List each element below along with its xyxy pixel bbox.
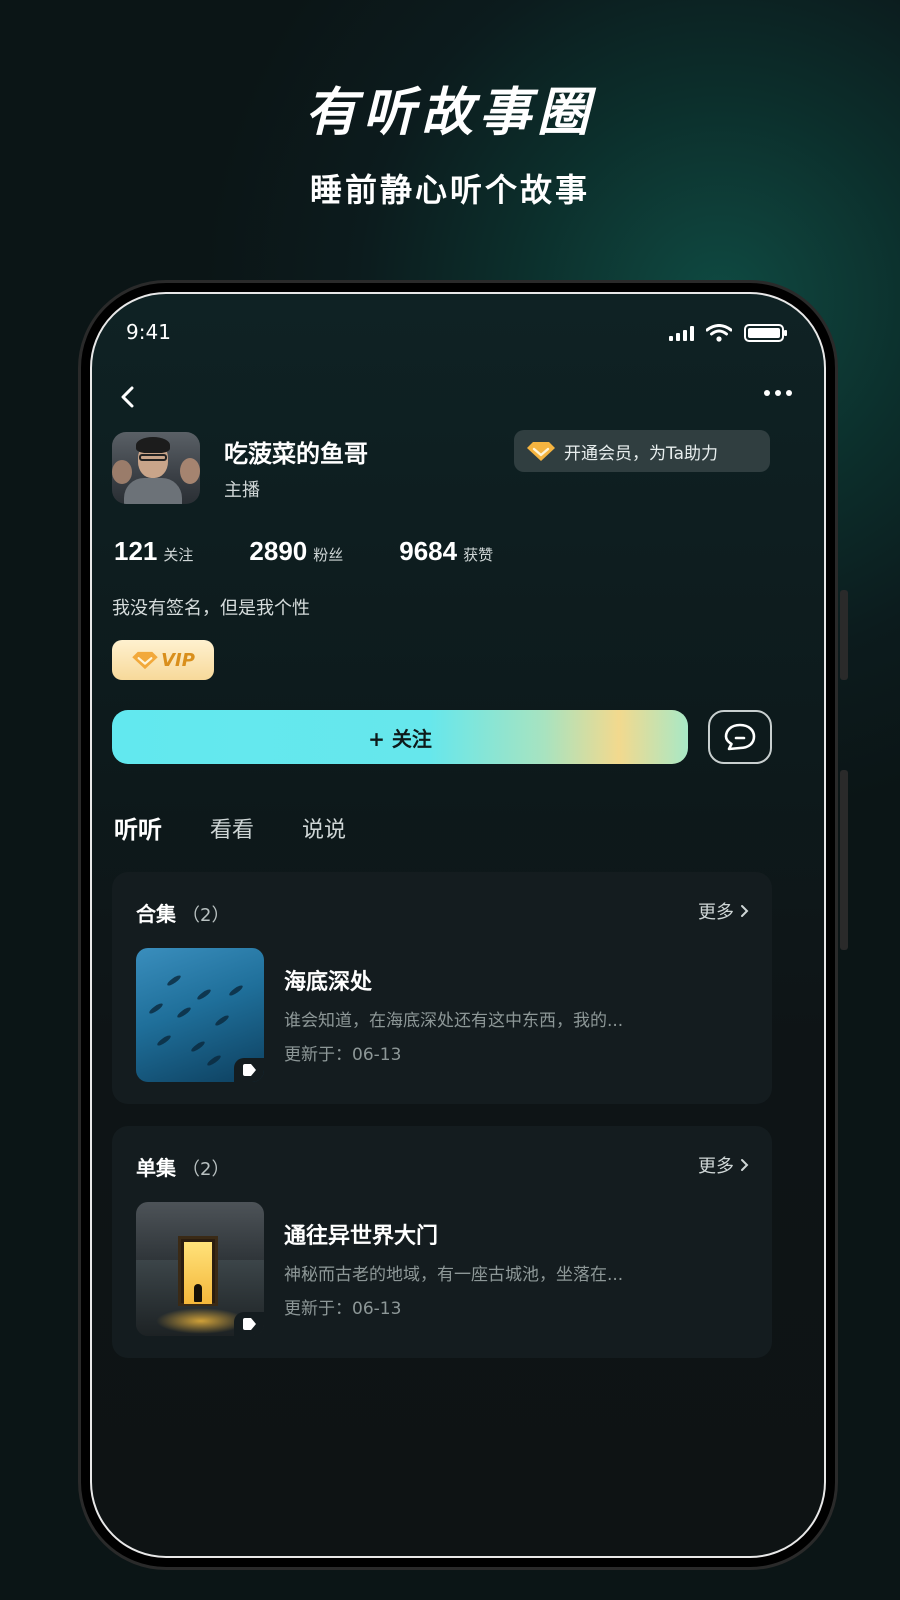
battery-icon [744,324,787,342]
story-description: 谁会知道，在海底深处还有这中东西，我的... [284,1011,624,1031]
stat-value: 121 [114,536,158,566]
message-button[interactable] [708,710,772,764]
status-time: 9:41 [126,320,171,344]
signal-icon [669,325,694,341]
user-role: 主播 [224,480,260,501]
stat-likes[interactable]: 9684 获赞 [399,536,493,567]
phone-side-button [840,770,848,950]
stat-label: 关注 [163,546,194,564]
stat-label: 粉丝 [313,546,344,564]
more-dots-icon[interactable] [764,390,792,396]
story-title[interactable]: 海底深处 [284,964,372,996]
user-signature: 我没有签名，但是我个性 [112,598,310,619]
play-icon [234,1058,264,1082]
phone-screen: 9:41 吃菠菜的鱼哥 主播 开通会员，为Ta助力 121 关注 2890 粉丝… [90,292,826,1558]
stat-value: 2890 [249,536,308,566]
stat-following[interactable]: 121 关注 [114,536,193,567]
content-tabs: 听听 看看 说说 [114,810,346,845]
stat-value: 9684 [399,536,458,566]
status-icons [669,324,787,342]
back-icon[interactable] [114,382,144,412]
story-update-date: 更新于：06-13 [284,1299,402,1319]
more-link[interactable]: 更多 [698,1152,750,1178]
tab-talk[interactable]: 说说 [302,812,346,844]
status-bar: 9:41 [92,320,824,350]
collection-section: 合集 （2） 更多 海底深处 谁会知道，在海底深处还有这中东西，我的... 更新于… [112,872,772,1104]
follow-button[interactable]: + 关注 [112,710,688,764]
story-description: 神秘而古老的地域，有一座古城池，坐落在... [284,1265,624,1285]
vip-badge-label: VIP [161,649,195,671]
play-icon [234,1312,264,1336]
tab-watch[interactable]: 看看 [210,812,254,844]
chat-bubble-icon [724,723,756,751]
stat-label: 获赞 [463,546,494,564]
story-update-date: 更新于：06-13 [284,1045,402,1065]
story-title[interactable]: 通往异世界大门 [284,1218,438,1250]
story-cover[interactable] [136,948,264,1082]
diamond-icon [527,442,555,461]
promo-title: 有听故事圈 [304,83,595,143]
vip-promo-label: 开通会员，为Ta助力 [564,443,718,464]
user-name: 吃菠菜的鱼哥 [224,440,368,468]
section-count: （2） [182,905,230,926]
tab-listen[interactable]: 听听 [114,810,162,845]
section-title: 合集 （2） [136,902,230,926]
section-title: 单集 （2） [136,1156,230,1180]
wifi-icon [706,324,732,342]
story-cover[interactable] [136,1202,264,1336]
vip-promo-button[interactable]: 开通会员，为Ta助力 [514,430,770,472]
episode-section: 单集 （2） 更多 通往异世界大门 神秘而古老的地域，有一座古城池，坐落在... … [112,1126,772,1358]
stat-fans[interactable]: 2890 粉丝 [249,536,343,567]
promo-subtitle: 睡前静心听个故事 [309,171,590,209]
vip-badge: VIP [112,640,214,680]
chevron-right-icon [741,1159,749,1171]
phone-side-button [840,590,848,680]
more-link[interactable]: 更多 [698,898,750,924]
avatar[interactable] [112,432,200,504]
stats-row: 121 关注 2890 粉丝 9684 获赞 [114,536,549,567]
diamond-icon [132,651,158,670]
chevron-right-icon [741,905,749,917]
section-count: （2） [182,1159,230,1180]
